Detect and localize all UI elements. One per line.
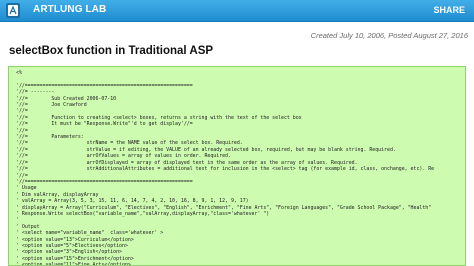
artlung-logo-icon[interactable] — [6, 3, 20, 18]
share-button[interactable]: SHARE — [433, 5, 465, 15]
code-line: ' displayArray = Array("Curriculum", "El… — [16, 204, 432, 211]
page-title: selectBox function in Traditional ASP — [9, 45, 214, 57]
site-brand-link[interactable]: ARTLUNG LAB — [33, 4, 106, 15]
post-dateline: Created July 10, 2006, Posted August 27,… — [310, 31, 468, 40]
code-line: '//= strAdditionalAttributes = additiona… — [16, 166, 435, 173]
top-bar: ARTLUNG LAB SHARE — [0, 0, 474, 22]
code-block: <% '//==================================… — [8, 66, 466, 266]
code-listing: <% '//==================================… — [9, 67, 465, 266]
code-line: ' <option value="11">Fine Arts</option> — [16, 262, 131, 266]
